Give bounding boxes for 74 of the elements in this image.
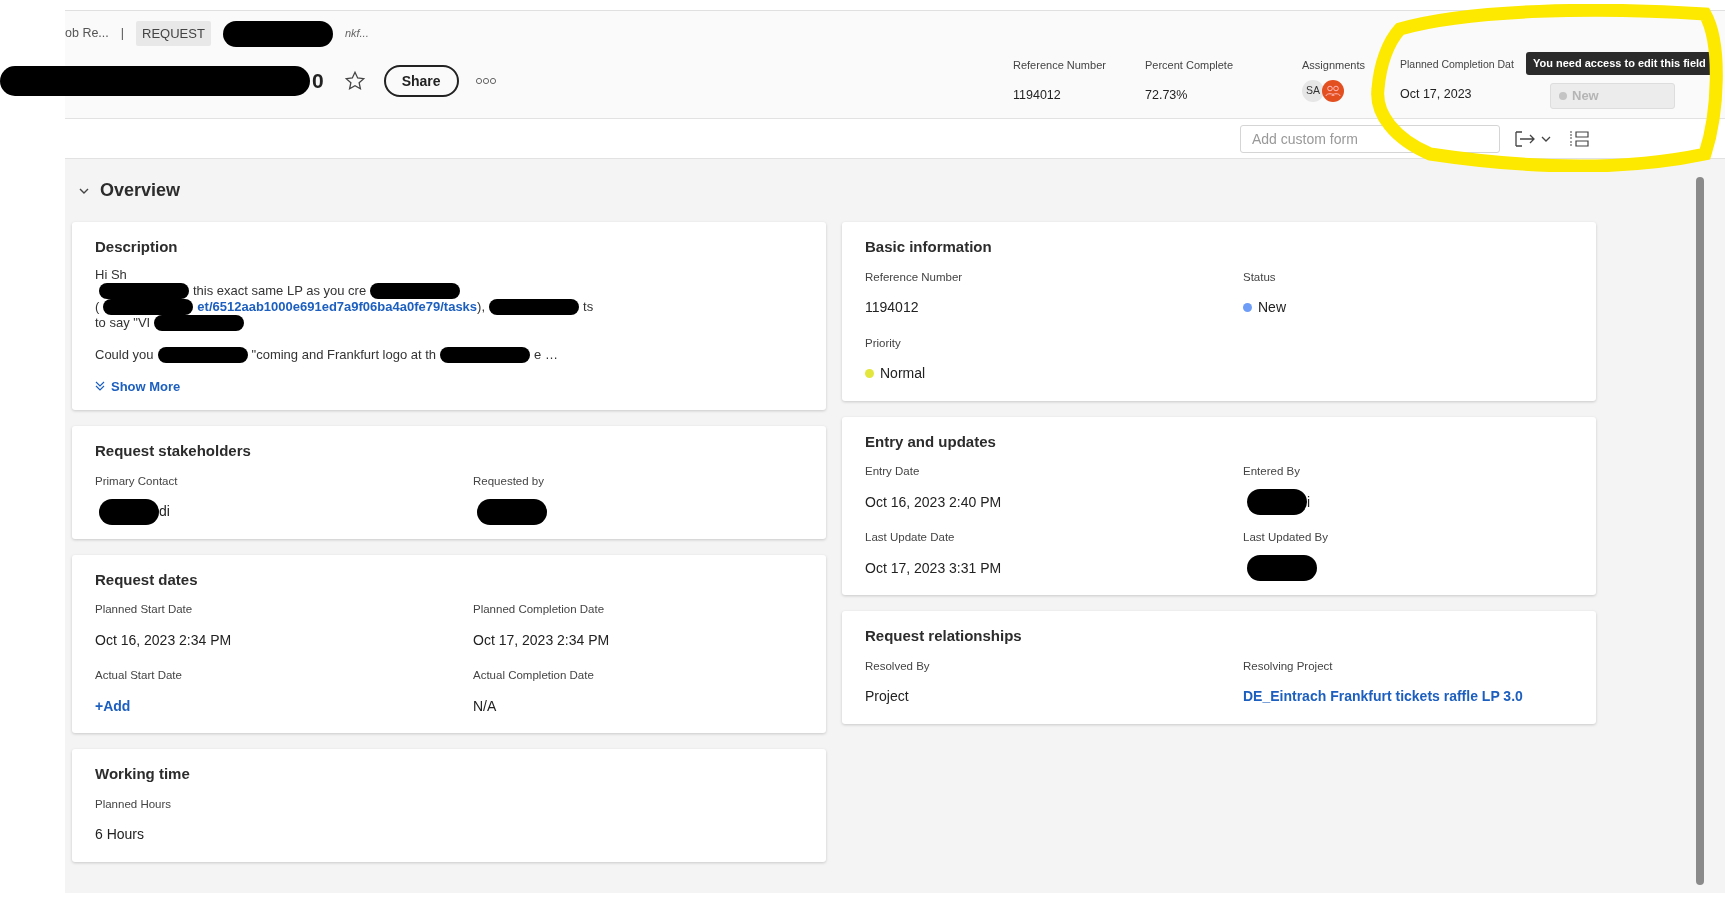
summary-label: Reference Number [1013, 58, 1107, 73]
summary-label: Percent Complete [1145, 58, 1235, 73]
field-link[interactable]: +Add [95, 695, 131, 717]
field-value: 1194012 [865, 298, 919, 318]
avatar[interactable]: SA [1302, 79, 1324, 102]
redaction-mark [477, 498, 547, 525]
field-link[interactable]: DE_Eintrach Frankfurt tickets raffle LP 3.0 [1243, 686, 1523, 708]
field-value: di [159, 502, 170, 522]
description-text: Hi Sh [95, 266, 127, 283]
field-label: Last Update Date [865, 530, 956, 545]
star-icon[interactable] [343, 70, 366, 92]
field-label: Primary Contact [95, 473, 179, 489]
summary-label: Planned Completion Dat [1400, 57, 1514, 72]
description-text: "coming and Frankfurt logo at th [251, 346, 437, 363]
redaction-mark [99, 498, 159, 525]
field-label: Planned Hours [95, 796, 173, 812]
field-label: Priority [865, 335, 902, 351]
description-text: to say "VI [95, 314, 151, 331]
description-link[interactable]: et/6512aab1000e691ed7a9f06ba4a0fe79/tasks [197, 298, 478, 315]
field-value: Oct 17, 2023 2:34 PM [473, 630, 610, 650]
field-label: Entry Date [865, 464, 921, 479]
card-title: Basic information [865, 237, 993, 257]
field-value: New [1258, 298, 1286, 318]
field-value: Oct 17, 2023 3:31 PM [865, 558, 1002, 578]
redaction-mark [1247, 489, 1307, 516]
field-label: Actual Start Date [95, 668, 183, 683]
share-button[interactable]: Share [383, 65, 459, 97]
field-value: Normal [880, 364, 926, 384]
breadcrumb-separator: | [120, 25, 125, 43]
more-icon[interactable] [474, 77, 497, 85]
summary-value: Oct 17, 2023 [1400, 85, 1473, 103]
list-view-icon[interactable] [1568, 129, 1590, 148]
team-avatar-icon[interactable] [1322, 79, 1344, 102]
card-title: Working time [95, 764, 191, 784]
field-label: Resolving Project [1243, 658, 1334, 674]
card-title: Entry and updates [865, 431, 997, 452]
summary-value: 72.73% [1145, 86, 1189, 104]
section-title: Overview [100, 179, 181, 202]
field-label: Planned Completion Date [473, 602, 606, 617]
summary-value: 1194012 [1013, 86, 1062, 104]
breadcrumb-text: nkf... [344, 26, 369, 42]
summary-label: Assignments [1302, 58, 1366, 73]
field-value: i [1307, 492, 1311, 512]
field-value: 6 Hours [95, 825, 145, 845]
card-title: Description [95, 237, 179, 257]
description-text: ts [583, 298, 594, 315]
description-text: e … [534, 346, 558, 363]
custom-form-field[interactable]: Add custom form [1240, 124, 1500, 153]
field-label: Entered By [1243, 464, 1301, 479]
description-text: Could you [95, 346, 154, 363]
field-label: Actual Completion Date [473, 668, 595, 683]
field-value: N/A [473, 696, 497, 716]
card-title: Request relationships [865, 626, 1023, 646]
redaction-mark [1247, 555, 1317, 582]
description-text: ( [95, 298, 100, 315]
field-value: Project [865, 687, 909, 707]
breadcrumb-link[interactable]: ob Re... [65, 24, 109, 43]
field-label: Planned Start Date [95, 602, 194, 617]
description-text: ), [477, 298, 486, 315]
field-label: Resolved By [865, 658, 931, 674]
field-value: Oct 16, 2023 2:34 PM [95, 630, 232, 650]
description-text: this exact same LP as you cre [193, 282, 367, 299]
field-label: Last Updated By [1243, 530, 1330, 545]
tooltip: You need access to edit this field [1526, 52, 1713, 75]
field-label: Requested by [473, 473, 545, 489]
show-more-button[interactable]: Show More [95, 376, 181, 396]
card-title: Request stakeholders [95, 441, 252, 461]
field-label: Reference Number [865, 269, 964, 285]
card-title: Request dates [95, 569, 199, 590]
field-value: Oct 16, 2023 2:40 PM [865, 492, 1002, 512]
page-title: 0 [312, 68, 324, 95]
double-chevron-icon [95, 381, 105, 392]
field-label: Status [1243, 269, 1277, 285]
request-chip: REQUEST [136, 20, 211, 47]
